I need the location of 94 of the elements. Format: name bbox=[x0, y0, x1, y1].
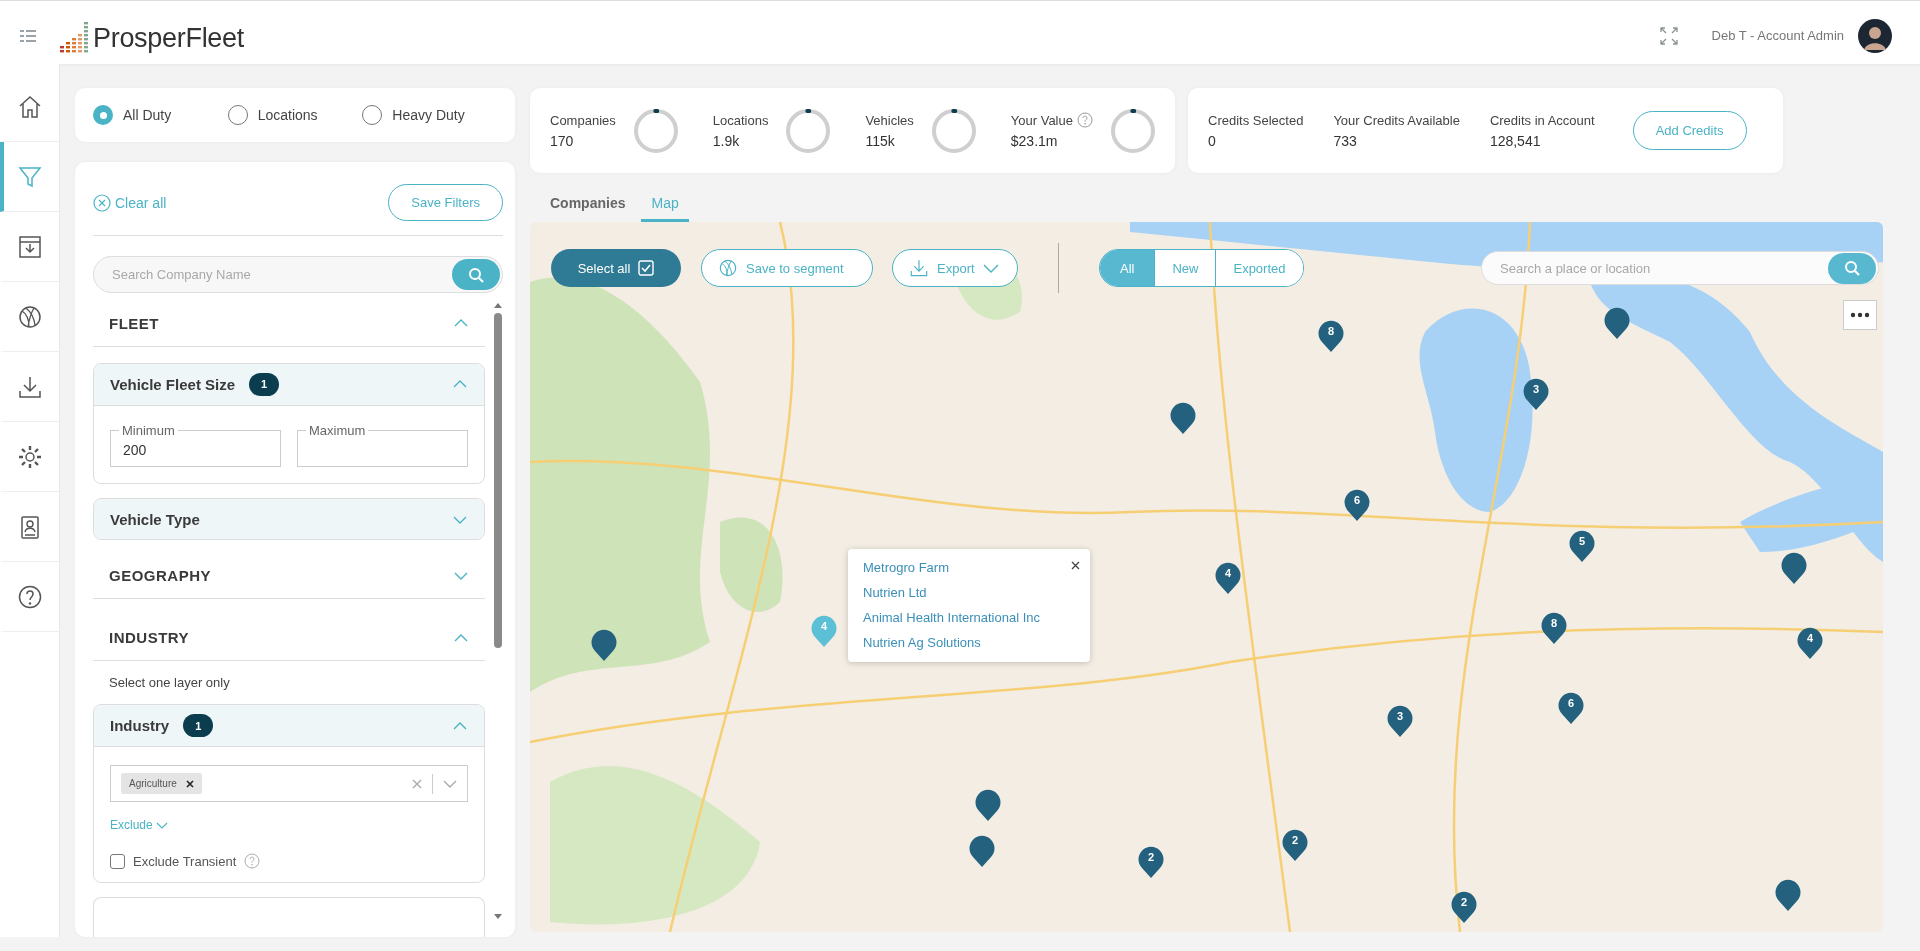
field-label: Maximum bbox=[308, 423, 367, 438]
filter-card-title[interactable]: Vehicle Fleet Size bbox=[110, 375, 236, 393]
number-input[interactable]: 200 bbox=[111, 437, 280, 462]
chevron-down-icon bbox=[982, 263, 999, 273]
select-all-button[interactable]: Select all bbox=[551, 249, 681, 287]
company-link[interactable]: Nutrien Ag Solutions bbox=[863, 635, 981, 650]
map-marker[interactable]: 3 bbox=[1386, 704, 1414, 738]
filter-card-title[interactable]: Industry bbox=[110, 717, 170, 735]
search-button[interactable] bbox=[452, 259, 500, 290]
map-marker[interactable] bbox=[1603, 306, 1631, 340]
inbox-download-icon bbox=[16, 233, 43, 260]
number-field[interactable]: Minimum 200 bbox=[110, 423, 281, 467]
count-badge: 1 bbox=[249, 372, 280, 396]
clear-icon bbox=[93, 193, 111, 212]
scrollbar-thumb[interactable] bbox=[494, 313, 502, 648]
radio-button[interactable] bbox=[93, 105, 113, 125]
company-link[interactable]: Animal Health International Inc bbox=[863, 610, 1041, 625]
menu-icon[interactable] bbox=[20, 28, 36, 43]
map-marker[interactable]: 6 bbox=[1557, 691, 1585, 725]
chevron-down-icon[interactable] bbox=[443, 779, 457, 788]
place-search-field[interactable]: Search a place or location bbox=[1481, 251, 1879, 285]
stat-value: 115k bbox=[865, 132, 896, 149]
checkbox-icon bbox=[638, 260, 655, 276]
stat-value: 128,541 bbox=[1489, 132, 1542, 149]
scroll-down-icon[interactable] bbox=[493, 913, 503, 921]
stat-label: Locations bbox=[712, 112, 769, 128]
map-marker[interactable] bbox=[590, 628, 618, 662]
section-heading[interactable]: GEOGRAPHY bbox=[109, 567, 211, 585]
map-marker[interactable] bbox=[1780, 551, 1808, 585]
map-marker[interactable]: 5 bbox=[1568, 529, 1596, 563]
stat-label: Credits Selected bbox=[1208, 112, 1304, 128]
checkbox[interactable] bbox=[110, 853, 125, 869]
number-field[interactable]: Maximum bbox=[297, 423, 468, 467]
map-marker[interactable]: 8 bbox=[1317, 319, 1345, 353]
map-marker[interactable] bbox=[968, 834, 996, 868]
settings-icon bbox=[16, 443, 43, 470]
download-icon bbox=[909, 258, 929, 278]
radio-label[interactable]: All Duty bbox=[123, 107, 172, 123]
close-icon[interactable] bbox=[1071, 561, 1080, 570]
stat-label: Vehicles bbox=[865, 112, 914, 128]
radio-label[interactable]: Heavy Duty bbox=[392, 107, 465, 123]
logo-text: ProsperFleet bbox=[93, 22, 244, 53]
search-button[interactable] bbox=[1828, 252, 1876, 284]
section-heading[interactable]: FLEET bbox=[109, 314, 159, 332]
search-input[interactable]: Search a place or location bbox=[1498, 259, 1828, 277]
search-input[interactable]: Search Company Name bbox=[110, 266, 452, 283]
stat-value: $23.1m bbox=[1010, 133, 1059, 149]
stat-value: 733 bbox=[1333, 132, 1358, 149]
radio-label[interactable]: Locations bbox=[257, 107, 318, 123]
fullscreen-icon[interactable] bbox=[1659, 26, 1678, 45]
hint-text: Select one layer only bbox=[108, 675, 231, 691]
user-name[interactable]: Deb T - Account Admin bbox=[1711, 28, 1844, 43]
map-marker[interactable]: 8 bbox=[1540, 611, 1568, 645]
map-marker[interactable]: 4 bbox=[1796, 626, 1824, 660]
more-icon bbox=[1850, 312, 1870, 318]
section-heading[interactable]: INDUSTRY bbox=[109, 629, 190, 647]
search-icon bbox=[1844, 260, 1860, 276]
tag-chip: Agriculture bbox=[121, 773, 202, 795]
tab[interactable]: Companies bbox=[540, 189, 636, 222]
help-icon bbox=[16, 583, 43, 610]
company-link[interactable]: Metrogro Farm bbox=[863, 560, 949, 575]
company-link[interactable]: Nutrien Ltd bbox=[863, 585, 927, 600]
map-marker[interactable]: 2 bbox=[1137, 845, 1165, 879]
map-marker[interactable] bbox=[1169, 401, 1197, 435]
map-marker[interactable]: 3 bbox=[1522, 377, 1550, 411]
chevron-down-icon bbox=[155, 821, 168, 829]
map-marker[interactable] bbox=[1774, 878, 1802, 912]
stat-value: 1.9k bbox=[712, 132, 741, 149]
search-icon bbox=[468, 266, 484, 283]
map-marker[interactable]: 6 bbox=[1343, 488, 1371, 522]
help-icon[interactable] bbox=[1076, 112, 1093, 128]
checkbox-label[interactable]: Exclude Transient bbox=[133, 853, 237, 869]
clear-icon[interactable] bbox=[412, 778, 422, 789]
stat-label: Your Credits Available bbox=[1333, 112, 1460, 128]
map-marker[interactable] bbox=[974, 788, 1002, 822]
stat-value: 170 bbox=[550, 132, 575, 149]
yarn-ball-icon bbox=[16, 303, 43, 330]
scroll-up-icon[interactable] bbox=[493, 301, 503, 309]
avatar[interactable] bbox=[1858, 18, 1892, 53]
multi-select-field[interactable]: Agriculture bbox=[110, 765, 468, 803]
stat-label: Credits in Account bbox=[1489, 112, 1595, 128]
map-marker[interactable]: 2 bbox=[1281, 828, 1309, 862]
filter-card-title[interactable]: Vehicle Type bbox=[110, 511, 200, 529]
yarn-ball-icon bbox=[718, 258, 738, 278]
map-marker[interactable]: 2 bbox=[1450, 890, 1478, 924]
stat-label: Companies bbox=[550, 112, 616, 128]
remove-icon[interactable] bbox=[185, 779, 194, 788]
stat-value: 0 bbox=[1208, 132, 1217, 149]
search-field[interactable]: Search Company Name bbox=[93, 256, 503, 293]
count-badge: 1 bbox=[183, 714, 214, 738]
more-button[interactable] bbox=[1843, 300, 1877, 330]
field-label: Minimum bbox=[121, 423, 176, 438]
stat-label: Your Value bbox=[1010, 112, 1073, 128]
map-marker[interactable]: 4 bbox=[1214, 561, 1242, 595]
